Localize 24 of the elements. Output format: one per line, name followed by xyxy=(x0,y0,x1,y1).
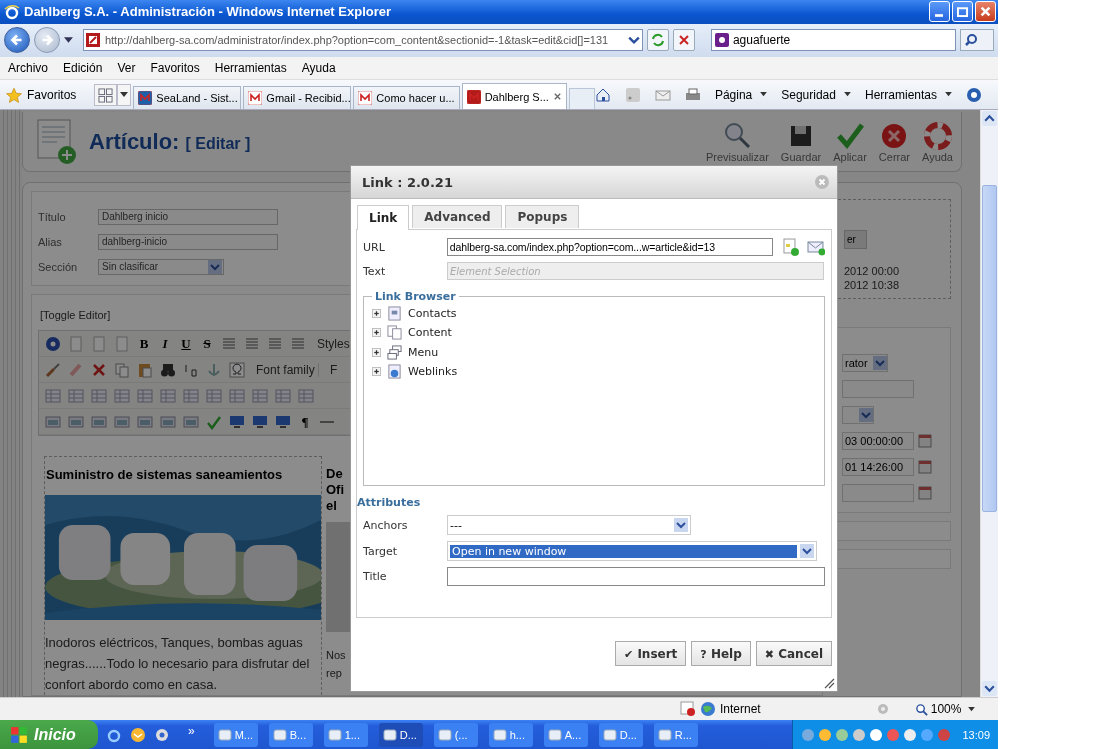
column-text: rep xyxy=(326,666,343,682)
security-zone: Internet xyxy=(720,702,761,717)
page-subheading: [ Editar ] xyxy=(185,134,251,153)
article-text: Inodoros eléctricos, Tanques, bombas aguas negras......Todo lo necesario para disfrutar del confort abordo como en casa. xyxy=(45,634,311,695)
field-label: Text xyxy=(363,264,387,278)
column-heading-text: De xyxy=(326,466,344,483)
column-text: Nos xyxy=(326,648,347,664)
window-title: Dahlberg S.A. - Administración - Windows Internet Explorer xyxy=(24,4,393,20)
field-label: Anchors xyxy=(363,518,409,532)
field-label: Title xyxy=(363,570,388,584)
clock: 13:09 xyxy=(962,728,990,741)
article-heading: Suministro de sistemas saneamientos xyxy=(45,467,284,483)
section-title: Link Browser xyxy=(374,290,457,304)
field-label: URL xyxy=(363,240,386,254)
dialog-title: Link : 2.0.21 xyxy=(362,174,454,190)
section-title: Attributes xyxy=(357,496,422,510)
field-label: Alias xyxy=(38,235,63,248)
field-label: Target xyxy=(363,544,399,558)
date-text: 2012 10:38 xyxy=(844,279,900,292)
field-label: Sección xyxy=(38,260,79,273)
page-heading: Artículo: xyxy=(89,128,180,155)
column-heading-text: Ofi xyxy=(326,482,346,499)
date-text: 2012 00:00 xyxy=(844,265,900,278)
field-label: Título xyxy=(38,210,67,223)
